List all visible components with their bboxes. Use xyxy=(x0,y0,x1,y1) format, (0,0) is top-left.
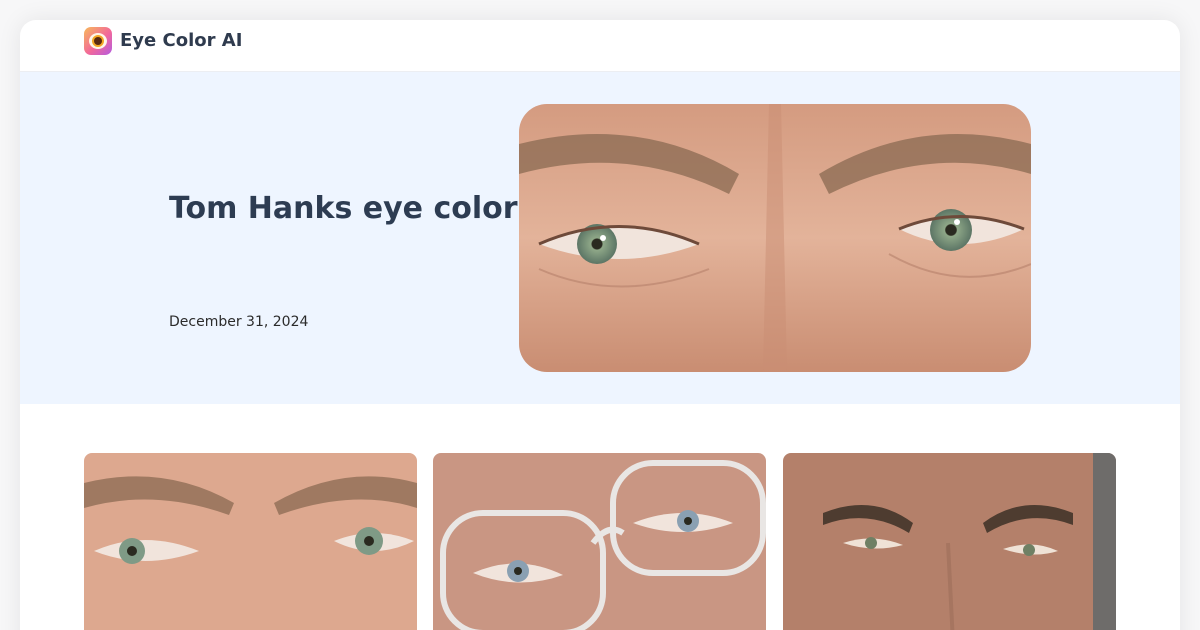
eye-logo-icon xyxy=(84,27,112,55)
publish-date: December 31, 2024 xyxy=(169,314,309,330)
brand-link[interactable]: Eye Color AI xyxy=(84,27,242,55)
gallery-item[interactable] xyxy=(84,453,417,630)
gallery-item[interactable] xyxy=(783,453,1116,630)
brand-name: Eye Color AI xyxy=(120,30,243,51)
gallery-item[interactable] xyxy=(433,453,766,630)
page-title: Tom Hanks eye color xyxy=(169,191,518,226)
page-card: Eye Color AI Tom Hanks eye color Decembe… xyxy=(20,20,1180,630)
site-header: Eye Color AI xyxy=(20,20,1180,72)
hero-section: Tom Hanks eye color December 31, 2024 xyxy=(20,72,1180,404)
gallery xyxy=(84,453,1116,630)
eyes-closeup-photo xyxy=(519,104,1031,372)
